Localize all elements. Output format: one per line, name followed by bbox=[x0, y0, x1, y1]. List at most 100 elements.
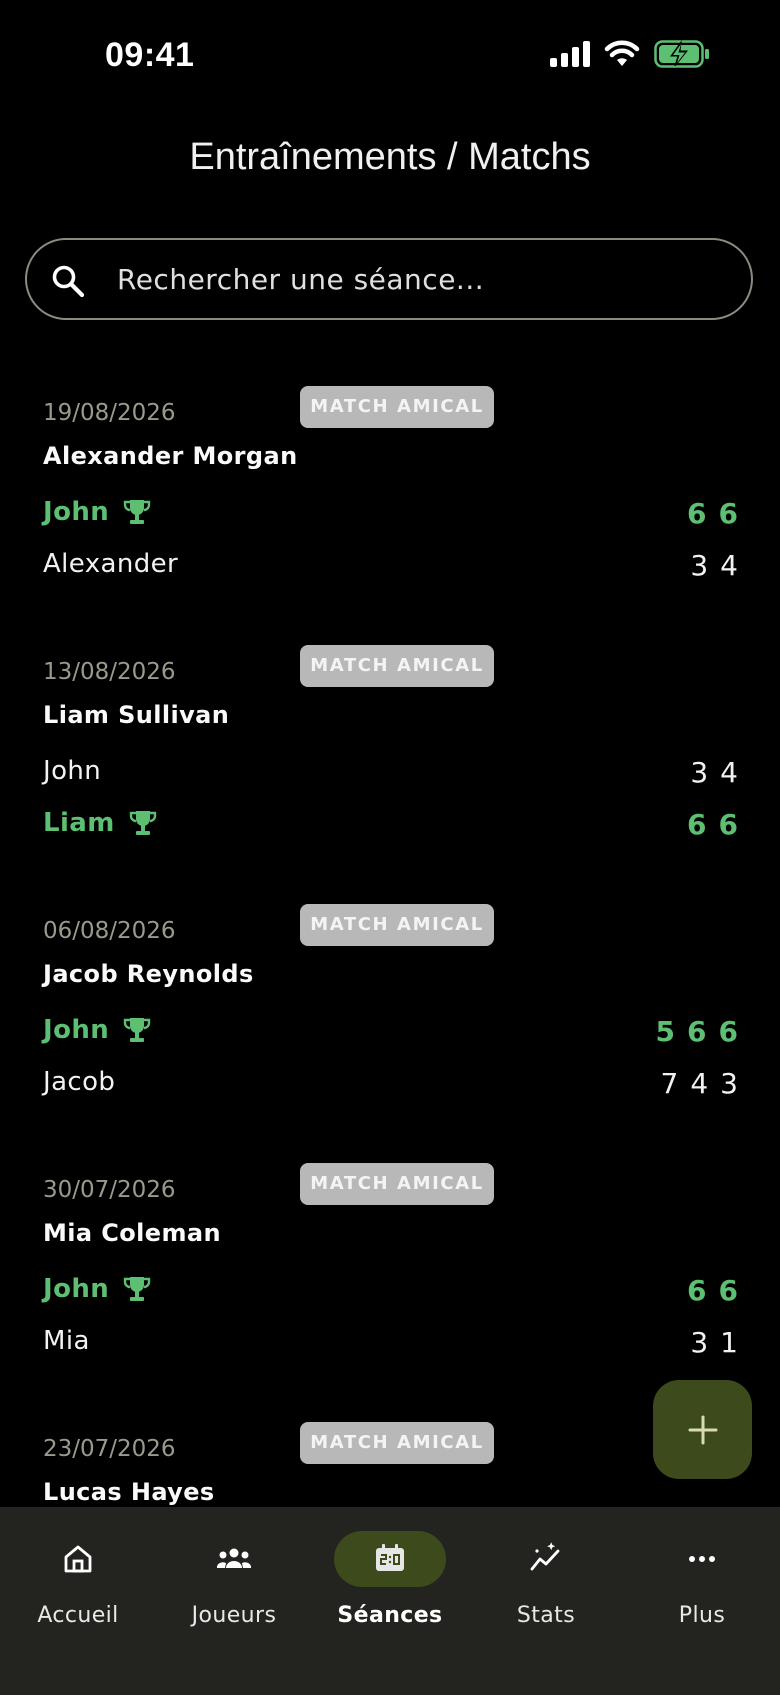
session-title: Lucas Hayes bbox=[43, 1478, 215, 1506]
player-name-text: Jacob bbox=[43, 1067, 116, 1097]
player-name-text: John bbox=[43, 1015, 110, 1045]
player-name: John bbox=[43, 1015, 151, 1045]
player-row: Liam 6 6 bbox=[43, 808, 738, 848]
set-score: 6 bbox=[718, 1015, 738, 1048]
nav-item-plus[interactable]: Plus bbox=[624, 1523, 780, 1633]
set-score: 7 bbox=[660, 1067, 679, 1100]
search-bar[interactable] bbox=[25, 238, 753, 320]
session-type-badge: MATCH AMICAL bbox=[300, 645, 494, 687]
player-row: John 3 4 bbox=[43, 756, 738, 796]
session-type-badge: MATCH AMICAL bbox=[300, 386, 494, 428]
nav-label: Joueurs bbox=[191, 1603, 277, 1628]
trophy-icon bbox=[123, 1018, 151, 1042]
nav-item-seances[interactable]: Séances bbox=[312, 1523, 468, 1633]
set-score: 4 bbox=[690, 1067, 709, 1100]
player-name: John bbox=[43, 497, 151, 527]
set-score: 1 bbox=[720, 1326, 738, 1359]
player-scores: 5 6 6 bbox=[656, 1015, 738, 1048]
nav-label: Accueil bbox=[37, 1603, 119, 1628]
player-row: Jacob 7 4 3 bbox=[43, 1067, 738, 1107]
player-row: John 6 6 bbox=[43, 1274, 738, 1314]
set-score: 6 bbox=[718, 1274, 738, 1307]
player-name-text: John bbox=[43, 497, 110, 527]
search-icon bbox=[52, 265, 85, 298]
session-card[interactable]: 19/08/2026 MATCH AMICAL Alexander Morgan… bbox=[0, 386, 780, 626]
player-name: Liam bbox=[43, 808, 157, 838]
set-score: 3 bbox=[690, 756, 709, 789]
session-title: Alexander Morgan bbox=[43, 442, 298, 470]
trophy-icon bbox=[123, 500, 151, 524]
trophy-icon bbox=[129, 811, 156, 835]
session-title: Mia Coleman bbox=[43, 1219, 221, 1247]
player-name: Jacob bbox=[43, 1067, 115, 1097]
player-scores: 3 4 bbox=[690, 756, 738, 789]
session-type-badge: MATCH AMICAL bbox=[300, 1163, 494, 1205]
player-name-text: Mia bbox=[43, 1326, 90, 1356]
nav-label: Stats bbox=[516, 1603, 576, 1628]
players-icon bbox=[216, 1548, 252, 1568]
stats-icon bbox=[530, 1542, 560, 1571]
session-title: Liam Sullivan bbox=[43, 701, 230, 729]
set-score: 6 bbox=[687, 808, 707, 841]
set-score: 6 bbox=[718, 497, 738, 530]
wifi-icon bbox=[604, 40, 640, 66]
session-date: 30/07/2026 bbox=[43, 1177, 176, 1203]
player-scores: 6 6 bbox=[687, 497, 738, 530]
player-scores: 6 6 bbox=[687, 808, 738, 841]
bottom-navigation: Accueil Joueurs Séances Stats Plus bbox=[0, 1507, 780, 1695]
player-name-text: Alexander bbox=[43, 549, 179, 579]
set-score: 6 bbox=[718, 808, 738, 841]
player-name-text: Liam bbox=[43, 808, 115, 838]
player-scores: 3 1 bbox=[690, 1326, 738, 1359]
nav-item-joueurs[interactable]: Joueurs bbox=[156, 1523, 312, 1633]
player-row: Mia 3 1 bbox=[43, 1326, 738, 1366]
nav-label: Séances bbox=[337, 1603, 443, 1628]
session-date: 19/08/2026 bbox=[43, 400, 176, 426]
search-input[interactable] bbox=[117, 240, 717, 318]
player-name: Alexander bbox=[43, 549, 178, 579]
set-score: 4 bbox=[720, 549, 738, 582]
player-scores: 3 4 bbox=[690, 549, 738, 582]
player-scores: 7 4 3 bbox=[661, 1067, 738, 1100]
session-date: 06/08/2026 bbox=[43, 918, 176, 944]
set-score: 6 bbox=[687, 1015, 707, 1048]
set-score: 6 bbox=[687, 1274, 707, 1307]
set-score: 3 bbox=[690, 1326, 709, 1359]
battery-charging-icon bbox=[654, 40, 709, 68]
plus-icon bbox=[688, 1415, 717, 1444]
set-score: 4 bbox=[720, 756, 738, 789]
status-icons bbox=[550, 40, 710, 68]
player-name-text: John bbox=[43, 756, 102, 786]
player-name: John bbox=[43, 756, 101, 786]
home-icon bbox=[64, 1545, 92, 1573]
player-row: John 6 6 bbox=[43, 497, 738, 537]
session-type-badge: MATCH AMICAL bbox=[300, 904, 494, 946]
scoreboard-icon bbox=[376, 1544, 404, 1571]
nav-item-stats[interactable]: Stats bbox=[468, 1523, 624, 1633]
nav-item-accueil[interactable]: Accueil bbox=[0, 1523, 156, 1633]
player-scores: 6 6 bbox=[687, 1274, 738, 1307]
signal-icon bbox=[550, 41, 590, 67]
player-name-text: John bbox=[43, 1274, 110, 1304]
set-score: 5 bbox=[655, 1015, 676, 1048]
session-card[interactable]: 30/07/2026 MATCH AMICAL Mia Coleman John… bbox=[0, 1163, 780, 1403]
session-card[interactable]: 06/08/2026 MATCH AMICAL Jacob Reynolds J… bbox=[0, 904, 780, 1144]
status-bar: 09:41 bbox=[0, 0, 780, 110]
set-score: 3 bbox=[720, 1067, 738, 1100]
session-card[interactable]: 13/08/2026 MATCH AMICAL Liam Sullivan Jo… bbox=[0, 645, 780, 885]
page-title: Entraînements / Matchs bbox=[189, 136, 591, 178]
player-name: Mia bbox=[43, 1326, 90, 1356]
set-score: 6 bbox=[687, 497, 707, 530]
trophy-icon bbox=[123, 1277, 151, 1301]
status-time: 09:41 bbox=[105, 36, 195, 74]
session-title: Jacob Reynolds bbox=[43, 960, 254, 988]
more-icon bbox=[689, 1556, 715, 1562]
player-name: John bbox=[43, 1274, 151, 1304]
session-type-badge: MATCH AMICAL bbox=[300, 1422, 494, 1464]
player-row: Alexander 3 4 bbox=[43, 549, 738, 589]
nav-label: Plus bbox=[678, 1603, 726, 1628]
set-score: 3 bbox=[690, 549, 709, 582]
session-date: 23/07/2026 bbox=[43, 1436, 176, 1462]
add-session-button[interactable] bbox=[653, 1380, 752, 1479]
session-date: 13/08/2026 bbox=[43, 659, 176, 685]
